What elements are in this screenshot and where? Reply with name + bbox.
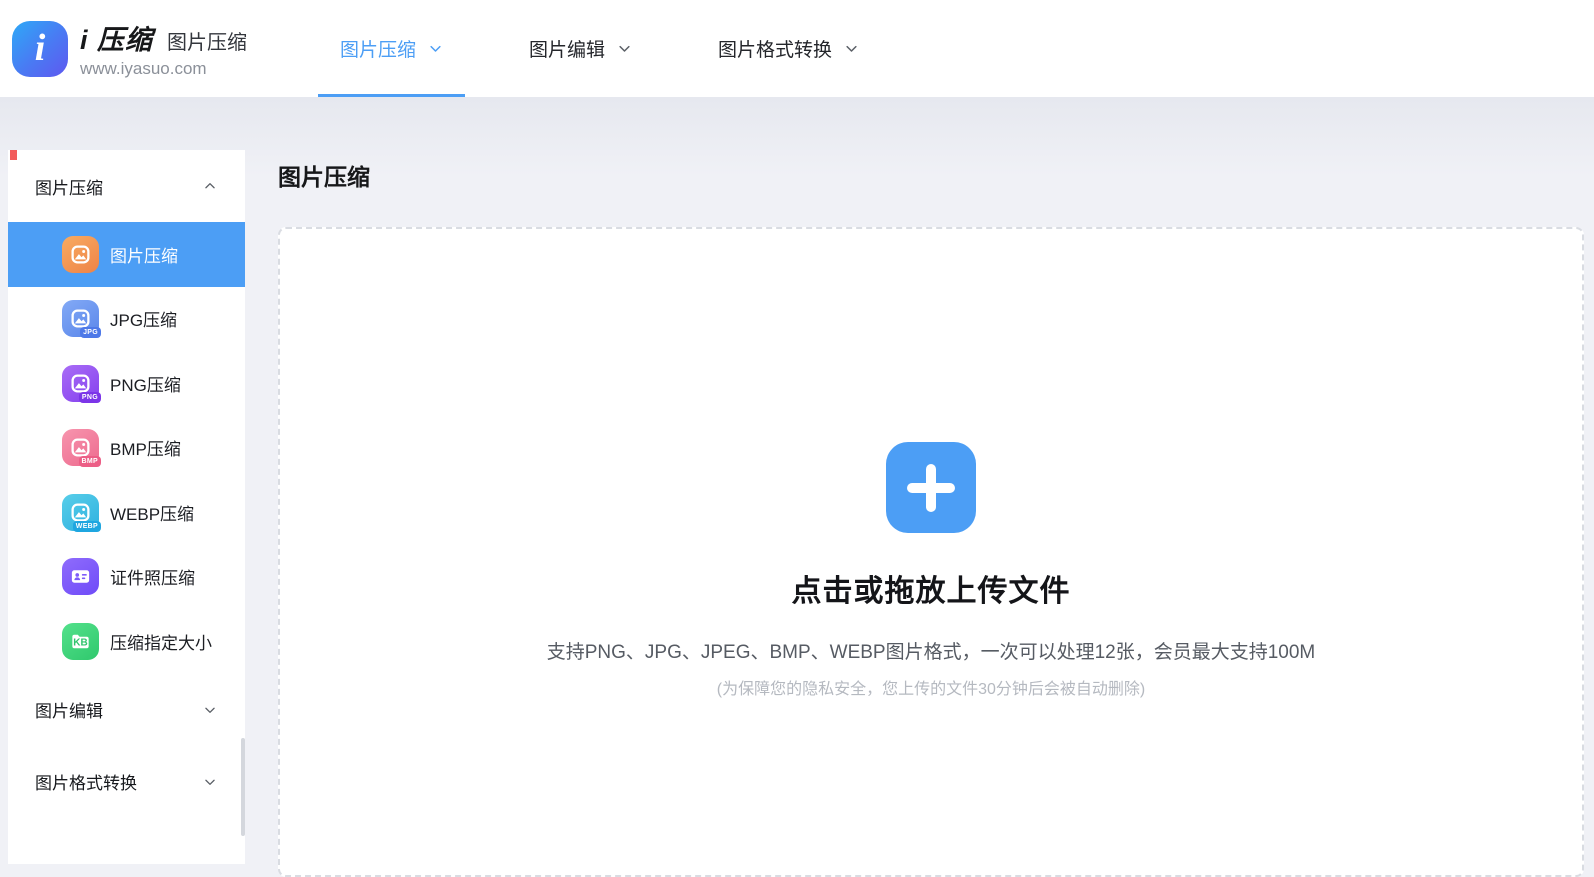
nav-item-image-compress[interactable]: 图片压缩 xyxy=(318,0,465,97)
size-kb-icon: KB xyxy=(62,623,99,660)
jpg-icon: JPG xyxy=(62,300,99,337)
upload-dropzone[interactable]: 点击或拖放上传文件 支持PNG、JPG、JPEG、BMP、WEBP图片格式，一次… xyxy=(278,227,1584,877)
header: i i 压缩 图片压缩 www.iyasuo.com 图片压缩 图片编辑 图片格… xyxy=(0,0,1594,97)
section-label: 图片格式转换 xyxy=(35,769,203,794)
format-badge: WEBP xyxy=(73,521,101,532)
chevron-down-icon xyxy=(428,41,443,56)
sidebar: 图片压缩 图片压缩 JPG JPG压缩 PNG PNG压缩 BMP BMP压缩 xyxy=(8,150,245,864)
chevron-down-icon xyxy=(203,775,217,789)
sidebar-item-label: WEBP压缩 xyxy=(110,500,194,525)
brand[interactable]: i i 压缩 图片压缩 www.iyasuo.com xyxy=(12,18,247,79)
sidebar-item-jpg-compress[interactable]: JPG JPG压缩 xyxy=(8,287,245,352)
id-photo-icon xyxy=(62,558,99,595)
kb-label: KB xyxy=(73,637,87,648)
sidebar-item-label: 图片压缩 xyxy=(110,242,178,267)
sidebar-top-marker xyxy=(10,150,17,160)
chevron-down-icon xyxy=(203,703,217,717)
sidebar-item-label: PNG压缩 xyxy=(110,371,181,396)
plus-bar-vertical xyxy=(926,464,936,512)
sidebar-item-bmp-compress[interactable]: BMP BMP压缩 xyxy=(8,416,245,481)
upload-support-text: 支持PNG、JPG、JPEG、BMP、WEBP图片格式，一次可以处理12张，会员… xyxy=(547,637,1316,664)
nav-label: 图片格式转换 xyxy=(718,35,832,62)
section-label: 图片压缩 xyxy=(35,174,203,199)
chevron-up-icon xyxy=(203,179,217,193)
app-logo-icon: i xyxy=(12,21,68,77)
nav-label: 图片编辑 xyxy=(529,35,605,62)
sidebar-item-label: 证件照压缩 xyxy=(110,564,195,589)
sidebar-scrollbar[interactable] xyxy=(241,738,245,836)
sidebar-item-compress-to-size[interactable]: KB 压缩指定大小 xyxy=(8,609,245,674)
sidebar-item-label: JPG压缩 xyxy=(110,306,177,331)
sidebar-item-png-compress[interactable]: PNG PNG压缩 xyxy=(8,351,245,416)
format-badge: JPG xyxy=(80,327,101,338)
sidebar-section-format-convert[interactable]: 图片格式转换 xyxy=(8,746,245,818)
brand-url: www.iyasuo.com xyxy=(80,59,247,79)
logo-letter: i xyxy=(35,29,46,67)
brand-text: i 压缩 图片压缩 www.iyasuo.com xyxy=(80,18,247,79)
page-title: 图片压缩 xyxy=(278,158,370,192)
chevron-down-icon xyxy=(617,41,632,56)
plus-icon[interactable] xyxy=(886,442,976,533)
main-nav: 图片压缩 图片编辑 图片格式转换 xyxy=(318,0,881,97)
active-tab-underline xyxy=(318,94,465,97)
bmp-icon: BMP xyxy=(62,429,99,466)
nav-item-image-edit[interactable]: 图片编辑 xyxy=(507,0,654,97)
png-icon: PNG xyxy=(62,365,99,402)
chevron-down-icon xyxy=(844,41,859,56)
nav-item-format-convert[interactable]: 图片格式转换 xyxy=(696,0,881,97)
image-compress-icon xyxy=(62,236,99,273)
sidebar-item-label: BMP压缩 xyxy=(110,435,181,460)
brand-title: i 压缩 xyxy=(80,18,153,57)
sidebar-section-image-edit[interactable]: 图片编辑 xyxy=(8,674,245,746)
nav-label: 图片压缩 xyxy=(340,35,416,62)
format-badge: PNG xyxy=(79,392,101,403)
brand-subtitle: 图片压缩 xyxy=(167,26,247,55)
sidebar-section-image-compress[interactable]: 图片压缩 xyxy=(8,150,245,222)
sidebar-item-label: 压缩指定大小 xyxy=(110,629,212,654)
upload-privacy-note: (为保障您的隐私安全，您上传的文件30分钟后会被自动删除) xyxy=(717,675,1145,699)
upload-heading: 点击或拖放上传文件 xyxy=(792,566,1071,610)
format-badge: BMP xyxy=(79,456,101,467)
webp-icon: WEBP xyxy=(62,494,99,531)
sidebar-item-id-photo-compress[interactable]: 证件照压缩 xyxy=(8,545,245,610)
sidebar-item-webp-compress[interactable]: WEBP WEBP压缩 xyxy=(8,480,245,545)
sidebar-item-image-compress[interactable]: 图片压缩 xyxy=(8,222,245,287)
section-label: 图片编辑 xyxy=(35,697,203,722)
